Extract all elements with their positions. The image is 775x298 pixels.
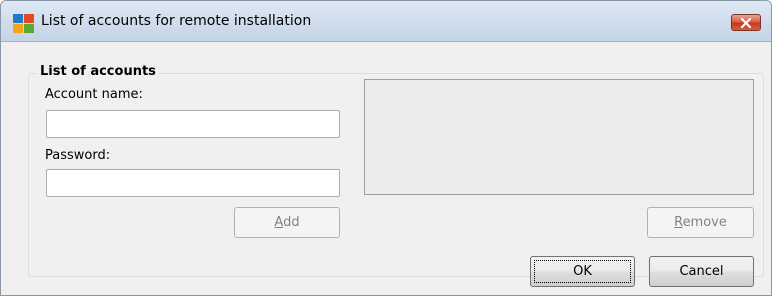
cancel-button-label: Cancel	[679, 264, 724, 279]
ok-button[interactable]: OK	[530, 256, 635, 287]
account-name-input[interactable]	[46, 110, 340, 138]
remove-button-label: Remove	[674, 215, 727, 230]
avg-logo-icon	[13, 14, 35, 34]
close-icon	[740, 17, 752, 28]
cancel-button[interactable]: Cancel	[649, 256, 754, 287]
password-label: Password:	[45, 148, 111, 163]
title-bar[interactable]: List of accounts for remote installation	[1, 1, 771, 42]
dialog-window: List of accounts for remote installation…	[0, 0, 772, 296]
dialog-body: List of accounts Account name: Password:…	[1, 42, 771, 295]
group-legend: List of accounts	[37, 64, 159, 79]
add-button[interactable]: Add	[234, 207, 340, 238]
account-name-label: Account name:	[45, 87, 143, 102]
focus-ring	[534, 260, 631, 283]
window-title: List of accounts for remote installation	[41, 13, 312, 29]
add-button-label: Add	[274, 215, 300, 230]
close-button[interactable]	[731, 14, 761, 31]
remove-button[interactable]: Remove	[647, 207, 754, 238]
password-input[interactable]	[46, 169, 340, 197]
accounts-listbox[interactable]	[364, 79, 754, 195]
